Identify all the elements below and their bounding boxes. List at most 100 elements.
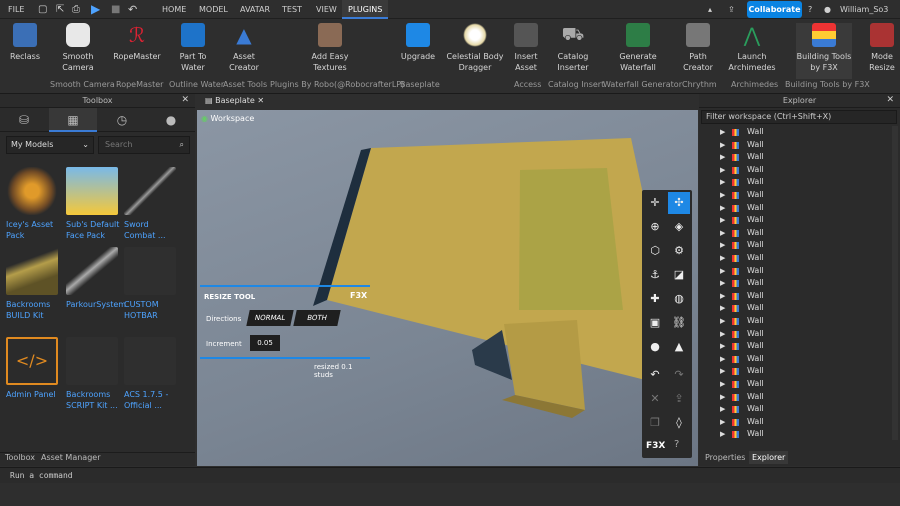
clone-icon[interactable]: ❐ <box>644 412 666 434</box>
expand-arrow-icon[interactable]: ▶ <box>720 403 725 416</box>
close-icon[interactable]: ✕ <box>886 95 894 105</box>
explorer-item-wall[interactable]: ▶ Wall <box>699 378 899 391</box>
explorer-item-wall[interactable]: ▶ Wall <box>699 252 899 265</box>
explorer-item-wall[interactable]: ▶ Wall <box>699 391 899 404</box>
undo-icon[interactable]: ↶ <box>128 0 137 19</box>
expand-arrow-icon[interactable]: ▶ <box>720 227 725 240</box>
close-tab-icon[interactable]: ✕ <box>257 96 264 105</box>
expand-arrow-icon[interactable]: ▶ <box>720 391 725 404</box>
expand-arrow-icon[interactable]: ▶ <box>720 252 725 265</box>
expand-arrow-icon[interactable]: ▶ <box>720 265 725 278</box>
normal-direction-button[interactable]: NORMAL <box>246 310 294 326</box>
explorer-item-wall[interactable]: ▶ Wall <box>699 164 899 177</box>
category-dropdown[interactable]: My Models ⌄ <box>6 136 94 154</box>
save-icon[interactable]: ⎙ <box>72 0 80 19</box>
explorer-item-wall[interactable]: ▶ Wall <box>699 139 899 152</box>
expand-arrow-icon[interactable]: ▶ <box>720 378 725 391</box>
add-easy-textures-button[interactable]: Add Easy Textures <box>302 23 358 73</box>
explorer-item-wall[interactable]: ▶ Wall <box>699 302 899 315</box>
explorer-item-wall[interactable]: ▶ Wall <box>699 428 899 440</box>
asset-item[interactable]: Icey's Asset Pack <box>6 167 62 241</box>
stop-icon[interactable]: ■ <box>111 0 120 19</box>
asset-manager-tab[interactable]: Asset Manager <box>41 453 100 462</box>
explorer-item-wall[interactable]: ▶ Wall <box>699 277 899 290</box>
expand-arrow-icon[interactable]: ▶ <box>720 328 725 341</box>
rotate-tool-icon[interactable]: ⊕ <box>644 216 666 238</box>
reclass-button[interactable]: Reclass <box>4 23 46 62</box>
expand-arrow-icon[interactable]: ▶ <box>720 315 725 328</box>
expand-arrow-icon[interactable]: ▶ <box>720 340 725 353</box>
decorate-tool-icon[interactable]: ▲ <box>668 336 690 358</box>
baseplate-tab[interactable]: ▤ Baseplate ✕ <box>205 96 264 105</box>
mode-resize-button[interactable]: Mode Resize <box>866 23 898 73</box>
lighting-tool-icon[interactable]: ● <box>644 336 666 358</box>
user-avatar-icon[interactable]: ● <box>824 0 831 19</box>
toolbox-tab[interactable]: Toolbox <box>5 453 35 462</box>
menu-model[interactable]: MODEL <box>199 0 228 19</box>
expand-arrow-icon[interactable]: ▶ <box>720 239 725 252</box>
username[interactable]: William_So3 <box>840 0 888 19</box>
open-file-icon[interactable]: ⇱ <box>56 0 64 19</box>
explorer-item-wall[interactable]: ▶ Wall <box>699 353 899 366</box>
anchor-tool-icon[interactable]: ⚓ <box>644 264 666 286</box>
expand-arrow-icon[interactable]: ▶ <box>720 139 725 152</box>
explorer-item-wall[interactable]: ▶ Wall <box>699 151 899 164</box>
asset-creator-button[interactable]: ▲ Asset Creator <box>222 23 266 73</box>
expand-arrow-icon[interactable]: ▶ <box>720 416 725 429</box>
new-file-icon[interactable]: ▢ <box>38 0 47 19</box>
both-direction-button[interactable]: BOTH <box>293 310 341 326</box>
asset-item[interactable]: </> Admin Panel <box>6 337 62 400</box>
celestial-body-dragger-button[interactable]: Celestial Body Dragger <box>446 23 504 73</box>
close-icon[interactable]: ✕ <box>181 95 189 105</box>
explorer-item-wall[interactable]: ▶ Wall <box>699 176 899 189</box>
new-part-tool-icon[interactable]: ✚ <box>644 288 666 310</box>
creations-tab[interactable]: ● <box>147 108 195 132</box>
menu-test[interactable]: TEST <box>282 0 302 19</box>
expand-arrow-icon[interactable]: ▶ <box>720 214 725 227</box>
expand-arrow-icon[interactable]: ▶ <box>720 277 725 290</box>
expand-arrow-icon[interactable]: ▶ <box>720 176 725 189</box>
share-icon[interactable]: ⇪ <box>728 0 735 19</box>
smooth-camera-button[interactable]: Smooth Camera <box>54 23 102 73</box>
properties-tab[interactable]: Properties <box>705 453 745 462</box>
texture-tool-icon[interactable]: ▣ <box>644 312 666 334</box>
explorer-item-wall[interactable]: ▶ Wall <box>699 365 899 378</box>
expand-arrow-icon[interactable]: ▶ <box>720 189 725 202</box>
delete-icon[interactable]: ✕ <box>644 388 666 410</box>
collaborate-button[interactable]: Collaborate <box>747 1 802 18</box>
launch-archimedes-button[interactable]: ⋀ Launch Archimedes <box>728 23 776 73</box>
ropemaster-button[interactable]: ℛ RopeMaster <box>112 23 162 62</box>
expand-arrow-icon[interactable]: ▶ <box>720 290 725 303</box>
building-tools-f3x-button[interactable]: Building Tools by F3X <box>796 23 852 79</box>
asset-item[interactable]: Sub's Default Face Pack <box>66 167 122 241</box>
resize-tool-icon[interactable]: ✣ <box>668 192 690 214</box>
increment-input[interactable]: 0.05 <box>250 335 280 351</box>
path-creator-button[interactable]: Path Creator <box>680 23 716 73</box>
export-icon[interactable]: ⇪ <box>668 388 690 410</box>
explorer-item-wall[interactable]: ▶ Wall <box>699 416 899 429</box>
explorer-item-wall[interactable]: ▶ Wall <box>699 126 899 139</box>
marketplace-tab[interactable]: ⛁ <box>0 108 48 132</box>
mesh-tool-icon[interactable]: ◍ <box>668 288 690 310</box>
expand-arrow-icon[interactable]: ▶ <box>720 365 725 378</box>
explorer-item-wall[interactable]: ▶ Wall <box>699 315 899 328</box>
part-to-water-button[interactable]: Part To Water <box>170 23 216 73</box>
explorer-tab[interactable]: Explorer <box>749 451 789 464</box>
inventory-tab[interactable]: ▦ <box>49 108 97 132</box>
expand-arrow-icon[interactable]: ▶ <box>720 151 725 164</box>
play-icon[interactable]: ▶ <box>91 0 100 19</box>
explorer-item-wall[interactable]: ▶ Wall <box>699 290 899 303</box>
expand-arrow-icon[interactable]: ▶ <box>720 202 725 215</box>
explorer-item-wall[interactable]: ▶ Wall <box>699 214 899 227</box>
menu-plugins[interactable]: PLUGINS <box>342 0 389 19</box>
redo-icon[interactable]: ↷ <box>668 364 690 386</box>
asset-item[interactable]: Sword Combat ... <box>124 167 180 241</box>
undo-icon[interactable]: ↶ <box>644 364 666 386</box>
explorer-filter-input[interactable]: Filter workspace (Ctrl+Shift+X) <box>701 110 897 124</box>
move-tool-icon[interactable]: ✛ <box>644 192 666 214</box>
weld-tool-icon[interactable]: ⛓ <box>668 312 690 334</box>
asset-item[interactable]: ParkourSystem <box>66 247 126 310</box>
explorer-item-wall[interactable]: ▶ Wall <box>699 239 899 252</box>
collision-tool-icon[interactable]: ◪ <box>668 264 690 286</box>
recent-tab[interactable]: ◷ <box>98 108 146 132</box>
